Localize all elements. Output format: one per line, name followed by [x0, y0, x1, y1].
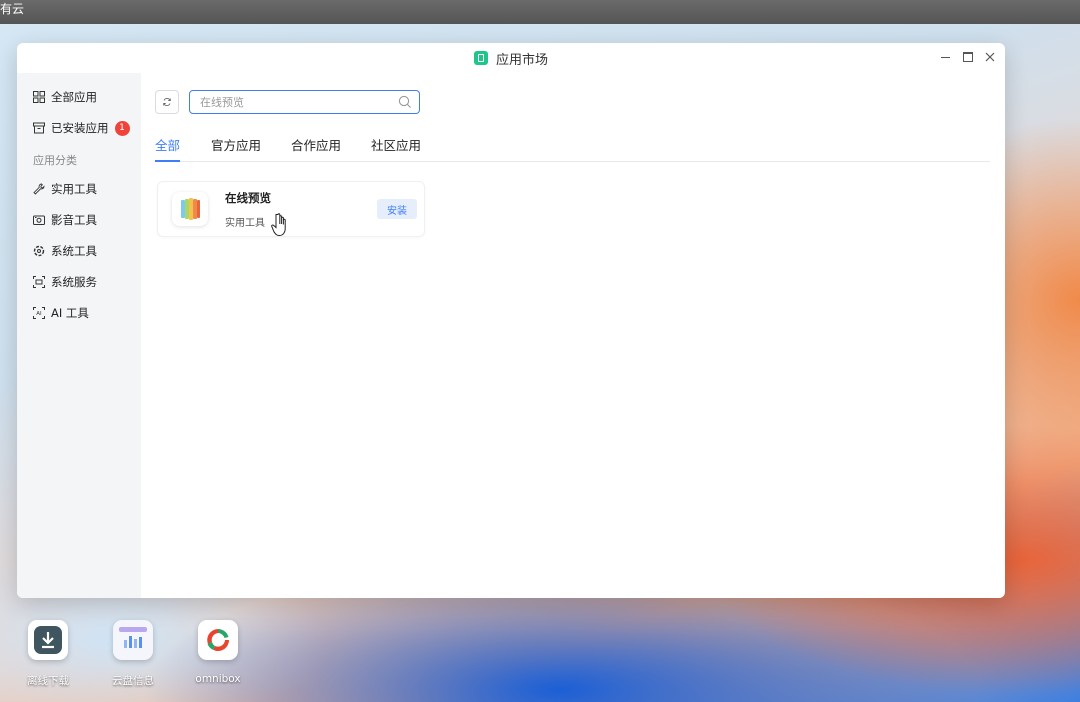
sidebar-item-label: 已安装应用 — [51, 121, 109, 135]
category-tabs: 全部 官方应用 合作应用 社区应用 — [155, 135, 990, 162]
desktop-icon-label: 云盘信息 — [112, 675, 154, 687]
close-button[interactable] — [982, 49, 998, 65]
chart-icon — [113, 620, 153, 660]
search-icon[interactable] — [397, 94, 413, 110]
desktop-icon-offline-download[interactable]: 离线下载 — [8, 620, 88, 688]
app-market-window: 应用市场 全部应用 已安装应用 1 应用分类 实用工具 影音工具 系统工具 系统… — [17, 43, 1005, 598]
maximize-button[interactable] — [960, 49, 976, 65]
archive-icon — [33, 122, 45, 134]
main-content: 全部 官方应用 合作应用 社区应用 在线预览 实用工具 安装 — [141, 73, 1005, 598]
desktop-icon-omnibox[interactable]: omnibox — [178, 620, 258, 685]
window-title: 应用市场 — [495, 52, 548, 68]
ai-icon: AI — [33, 307, 45, 319]
installed-count-badge: 1 — [114, 120, 130, 136]
sidebar-item-label: 系统工具 — [51, 244, 97, 258]
tab-community-apps[interactable]: 社区应用 — [371, 137, 421, 159]
online-preview-app-icon — [172, 192, 208, 226]
sidebar-item-label: AI 工具 — [51, 306, 89, 320]
sidebar-item-media-tools[interactable]: 影音工具 — [33, 210, 97, 230]
omnibox-icon — [198, 620, 238, 660]
sidebar-item-ai-tools[interactable]: AI AI 工具 — [33, 303, 89, 323]
sidebar: 全部应用 已安装应用 1 应用分类 实用工具 影音工具 系统工具 系统服务 AI… — [17, 73, 141, 598]
app-market-logo-icon — [473, 51, 488, 65]
app-name: 在线预览 — [225, 191, 271, 205]
media-icon — [33, 215, 45, 225]
hand-cursor-icon — [271, 213, 286, 237]
svg-text:AI: AI — [36, 311, 42, 317]
install-button[interactable]: 安装 — [377, 199, 417, 219]
sidebar-item-label: 影音工具 — [51, 213, 97, 227]
sidebar-item-system-tools[interactable]: 系统工具 — [33, 241, 97, 261]
tab-all[interactable]: 全部 — [155, 137, 181, 162]
sidebar-item-utility-tools[interactable]: 实用工具 — [33, 179, 97, 199]
minimize-icon — [940, 56, 950, 58]
download-icon — [28, 620, 68, 660]
desktop-top-bar: 有云 — [0, 0, 1080, 24]
desktop-icon-cloud-info[interactable]: 云盘信息 — [93, 620, 173, 688]
sidebar-item-label: 系统服务 — [51, 275, 97, 289]
refresh-icon — [163, 98, 171, 106]
desktop-top-bar-text: 有云 — [0, 2, 25, 16]
window-titlebar[interactable]: 应用市场 — [17, 43, 1005, 73]
tab-official-apps[interactable]: 官方应用 — [211, 137, 261, 159]
maximize-icon — [963, 52, 973, 62]
system-icon — [33, 245, 45, 257]
sidebar-item-system-services[interactable]: 系统服务 — [33, 272, 97, 292]
search-input[interactable] — [190, 91, 397, 113]
wrench-icon — [33, 183, 45, 195]
desktop-icon-label: 离线下载 — [27, 675, 69, 687]
sidebar-item-all-apps[interactable]: 全部应用 — [33, 87, 97, 107]
search-box[interactable] — [189, 90, 420, 114]
grid-icon — [33, 91, 45, 103]
sidebar-item-installed[interactable]: 已安装应用 1 — [33, 118, 130, 138]
category-header: 应用分类 — [33, 154, 77, 167]
close-icon — [985, 52, 995, 62]
tab-partner-apps[interactable]: 合作应用 — [291, 137, 341, 159]
sidebar-item-label: 全部应用 — [51, 90, 97, 104]
service-icon — [33, 276, 45, 288]
app-category: 实用工具 — [225, 218, 265, 229]
minimize-button[interactable] — [937, 49, 953, 65]
desktop-icon-label: omnibox — [195, 673, 241, 685]
refresh-button[interactable] — [155, 90, 179, 114]
sidebar-item-label: 实用工具 — [51, 182, 97, 196]
